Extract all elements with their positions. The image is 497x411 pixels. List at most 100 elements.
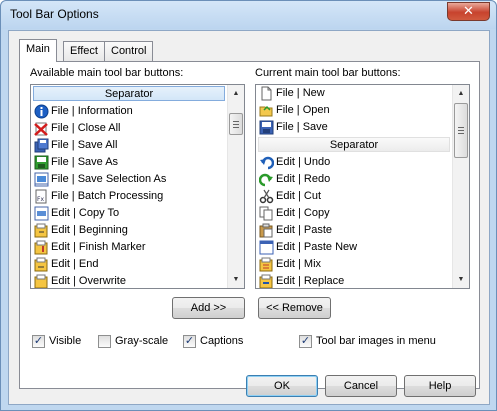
list-item[interactable]: File | Open xyxy=(256,102,452,119)
separator-item[interactable]: Separator xyxy=(31,86,227,103)
save-all-icon xyxy=(34,138,49,153)
list-item[interactable]: File | Save As xyxy=(31,154,227,171)
copy-icon xyxy=(259,206,274,221)
scroll-down-arrow-icon[interactable]: ▼ xyxy=(453,271,469,288)
list-item-label: Edit | Undo xyxy=(276,156,331,168)
end-icon xyxy=(34,257,49,272)
list-item-label: Edit | Paste New xyxy=(276,241,358,253)
scroll-thumb[interactable] xyxy=(229,113,243,135)
list-item[interactable]: File | Save xyxy=(256,119,452,136)
batch-icon: Fx xyxy=(34,189,49,204)
close-icon: ✕ xyxy=(463,4,474,19)
visible-checkbox-box[interactable]: ✓ xyxy=(32,335,45,348)
list-item[interactable]: Edit | Overwrite xyxy=(31,273,227,288)
tab-main-label: Main xyxy=(26,43,50,55)
list-item[interactable]: File | New xyxy=(256,85,452,102)
list-item[interactable]: Edit | Copy xyxy=(256,205,452,222)
list-item-label: File | Save All xyxy=(51,139,118,151)
tab-main[interactable]: Main xyxy=(19,39,57,62)
close-all-icon xyxy=(34,121,49,136)
tab-control-label: Control xyxy=(111,45,147,57)
available-scrollbar[interactable]: ▲ ▼ xyxy=(227,85,244,288)
scroll-down-arrow-icon[interactable]: ▼ xyxy=(228,271,244,288)
list-item-label: Edit | Replace xyxy=(276,275,345,287)
cancel-button[interactable]: Cancel xyxy=(325,375,397,397)
list-item[interactable]: File | Save All xyxy=(31,137,227,154)
list-item[interactable]: Edit | Redo xyxy=(256,171,452,188)
captions-checkbox-label: Captions xyxy=(200,335,244,347)
current-buttons-label: Current main tool bar buttons: xyxy=(255,67,401,79)
list-item[interactable]: Edit | Copy To xyxy=(31,205,227,222)
help-button[interactable]: Help xyxy=(404,375,476,397)
ok-button[interactable]: OK xyxy=(246,375,318,397)
dialog-client-area: Main Effect Control Available main tool … xyxy=(8,30,490,405)
separator-item[interactable]: Separator xyxy=(256,137,452,154)
list-item[interactable]: Edit | Cut xyxy=(256,188,452,205)
replace-icon xyxy=(259,274,274,288)
overwrite-icon xyxy=(34,274,49,288)
captions-checkbox-box[interactable]: ✓ xyxy=(183,335,196,348)
redo-icon xyxy=(258,172,274,187)
list-item[interactable]: Edit | End xyxy=(31,256,227,273)
list-item[interactable]: Edit | Paste New xyxy=(256,239,452,256)
list-item[interactable]: Edit | Undo xyxy=(256,154,452,171)
current-items: File | New File | Open File | Save Separato… xyxy=(256,85,452,288)
list-item-label: Edit | Finish Marker xyxy=(51,241,146,253)
list-item[interactable]: Edit | Paste xyxy=(256,222,452,239)
new-file-icon xyxy=(259,86,274,101)
list-item-label: Edit | End xyxy=(51,258,99,270)
list-item-label: Edit | Beginning xyxy=(51,224,128,236)
tool-bar-options-dialog: Tool Bar Options ✕ Main Effect Control A… xyxy=(0,0,497,411)
beginning-icon xyxy=(34,223,49,238)
list-item-label: Edit | Mix xyxy=(276,258,322,270)
help-button-label: Help xyxy=(428,380,452,392)
remove-button[interactable]: << Remove xyxy=(258,297,331,319)
current-scrollbar[interactable]: ▲ ▼ xyxy=(452,85,469,288)
available-buttons-list[interactable]: Separator File | Information File | Close … xyxy=(30,84,245,289)
cut-icon xyxy=(259,189,274,204)
title-bar[interactable]: Tool Bar Options ✕ xyxy=(1,1,496,29)
current-buttons-list[interactable]: File | New File | Open File | Save Separato… xyxy=(255,84,470,289)
list-item-label: File | New xyxy=(276,87,325,99)
tab-control[interactable]: Control xyxy=(104,41,154,61)
list-item-label: Separator xyxy=(33,86,225,101)
scroll-up-arrow-icon[interactable]: ▲ xyxy=(453,85,469,102)
list-item[interactable]: Edit | Mix xyxy=(256,256,452,273)
list-item[interactable]: File | Save Selection As xyxy=(31,171,227,188)
list-item-label: File | Save As xyxy=(51,156,119,168)
toolbar-images-checkbox-box[interactable]: ✓ xyxy=(299,335,312,348)
visible-checkbox-label: Visible xyxy=(49,335,82,347)
list-item[interactable]: Edit | Beginning xyxy=(31,222,227,239)
list-item-label: Edit | Paste xyxy=(276,224,333,236)
svg-text:Fx: Fx xyxy=(37,196,44,203)
list-item[interactable]: Fx File | Batch Processing xyxy=(31,188,227,205)
close-button[interactable]: ✕ xyxy=(447,2,490,21)
scroll-thumb[interactable] xyxy=(454,103,468,158)
list-item-label: File | Close All xyxy=(51,122,121,134)
cancel-button-label: Cancel xyxy=(343,380,379,392)
ok-button-label: OK xyxy=(274,380,290,392)
grayscale-checkbox-box[interactable] xyxy=(98,335,111,348)
mix-icon xyxy=(259,257,274,272)
main-tab-panel: Available main tool bar buttons: Current… xyxy=(19,61,480,389)
save-as-icon xyxy=(34,155,49,170)
list-item-label: Separator xyxy=(258,137,450,152)
list-item-label: Edit | Redo xyxy=(276,173,331,185)
info-icon xyxy=(34,104,49,119)
remove-button-label: << Remove xyxy=(266,302,323,314)
paste-new-icon xyxy=(259,240,274,255)
list-item[interactable]: File | Close All xyxy=(31,120,227,137)
list-item-label: Edit | Copy xyxy=(276,207,330,219)
undo-icon xyxy=(259,155,275,170)
window-title: Tool Bar Options xyxy=(10,7,99,21)
toolbar-images-checkbox-label: Tool bar images in menu xyxy=(316,335,436,347)
list-item-label: Edit | Overwrite xyxy=(51,275,126,287)
add-button-label: Add >> xyxy=(190,302,227,314)
scroll-up-arrow-icon[interactable]: ▲ xyxy=(228,85,244,102)
list-item[interactable]: Edit | Finish Marker xyxy=(31,239,227,256)
add-button[interactable]: Add >> xyxy=(172,297,245,319)
list-item-label: File | Batch Processing xyxy=(51,190,164,202)
list-item[interactable]: File | Information xyxy=(31,103,227,120)
list-item[interactable]: Edit | Replace xyxy=(256,273,452,288)
tab-effect[interactable]: Effect xyxy=(63,41,105,61)
